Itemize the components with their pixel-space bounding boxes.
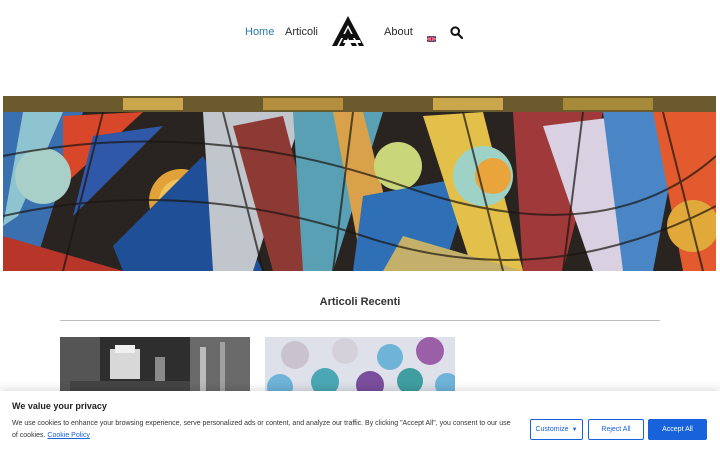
hero-stained-glass-image — [3, 96, 716, 271]
cookie-consent-banner: We value your privacy We use cookies to … — [0, 391, 720, 450]
customize-button[interactable]: Customize ▼ — [530, 419, 583, 440]
cookie-policy-link[interactable]: Cookie Policy — [47, 432, 89, 439]
nav-home-link[interactable]: Home — [245, 26, 274, 38]
nav-about-link[interactable]: About — [384, 26, 413, 38]
search-icon[interactable] — [450, 26, 464, 40]
nav-articles-link[interactable]: Articoli — [285, 26, 318, 38]
article-card-image[interactable] — [60, 337, 250, 397]
section-divider — [60, 320, 660, 321]
reject-all-button[interactable]: Reject All — [588, 419, 644, 440]
article-card-image[interactable] — [265, 337, 455, 397]
site-logo-icon[interactable] — [330, 14, 366, 48]
main-navigation: Home Articoli About — [0, 0, 720, 64]
section-title: Articoli Recenti — [319, 296, 401, 308]
customize-button-label: Customize — [535, 426, 569, 433]
cookie-banner-text: We use cookies to enhance your browsing … — [12, 418, 517, 442]
uk-flag-icon[interactable] — [426, 29, 437, 43]
caret-down-icon: ▼ — [571, 426, 578, 433]
accept-all-button[interactable]: Accept All — [648, 419, 707, 440]
cookie-banner-title: We value your privacy — [12, 401, 107, 411]
